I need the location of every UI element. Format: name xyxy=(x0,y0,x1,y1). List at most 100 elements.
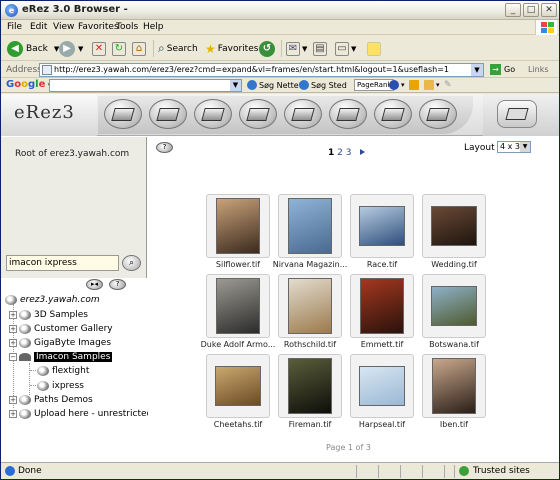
thumbnail-item[interactable]: Iben.tif xyxy=(422,354,486,431)
tree-item-gigabyte-images[interactable]: + GigaByte Images xyxy=(9,336,111,349)
thumbnail-image[interactable] xyxy=(216,278,260,334)
expand-icon[interactable]: + xyxy=(9,310,17,319)
compare-button[interactable] xyxy=(374,99,412,129)
highlight-button[interactable]: ✎ xyxy=(444,80,452,90)
menu-file[interactable]: File xyxy=(7,22,22,32)
tree-item-customer-gallery[interactable]: + Customer Gallery xyxy=(9,322,113,335)
thumbnail-item[interactable]: Duke Adolf Armo... xyxy=(201,274,275,351)
page-link[interactable]: 2 xyxy=(337,148,343,158)
thumbnail-frame[interactable] xyxy=(350,354,414,418)
menu-favorites[interactable]: Favorites xyxy=(78,22,119,32)
expand-icon[interactable]: + xyxy=(9,395,17,404)
home-button[interactable]: ⌂ xyxy=(132,39,146,58)
print-button-app[interactable] xyxy=(284,99,322,129)
chevron-down-icon[interactable]: ▼ xyxy=(230,80,241,91)
google-search-input[interactable]: ▼ xyxy=(49,79,242,92)
upload-button[interactable] xyxy=(149,99,187,129)
thumbnail-item[interactable]: Rothschild.tif xyxy=(278,274,342,351)
thumbnail-frame[interactable] xyxy=(206,194,270,258)
tree-item-flextight[interactable]: flextight xyxy=(37,364,89,377)
edit-button[interactable]: ▭ ▼ xyxy=(335,39,356,58)
links-button[interactable]: Links xyxy=(528,65,549,74)
download-button[interactable] xyxy=(329,99,367,129)
expand-icon[interactable]: + xyxy=(9,324,17,333)
tree-root[interactable]: erez3.yawah.com xyxy=(5,293,100,306)
thumbnail-item[interactable]: Emmett.tif xyxy=(350,274,414,351)
go-button[interactable]: → Go xyxy=(490,64,515,75)
thumbnail-image[interactable] xyxy=(288,278,332,334)
thumbnail-image[interactable] xyxy=(359,206,405,246)
thumbnail-item[interactable]: Race.tif xyxy=(350,194,414,271)
thumbnail-item[interactable]: Silflower.tif xyxy=(206,194,270,271)
thumbnail-frame[interactable] xyxy=(350,274,414,338)
address-input[interactable]: http://erez3.yawah.com/erez3/erez?cmd=ex… xyxy=(39,63,484,77)
history-button[interactable]: ↺ xyxy=(259,39,278,58)
eject-button[interactable] xyxy=(194,99,232,129)
web-button[interactable] xyxy=(239,99,277,129)
minimize-button[interactable]: _ xyxy=(505,3,521,17)
mail-button[interactable]: ✉ ▼ xyxy=(286,39,307,58)
chevron-down-icon[interactable]: ▼ xyxy=(471,64,483,76)
thumbnail-frame[interactable] xyxy=(422,274,486,338)
thumbnail-frame[interactable] xyxy=(278,194,342,258)
popup-blocker-button[interactable] xyxy=(409,80,421,90)
layout-select[interactable]: 4 x 3 ▼ xyxy=(497,141,531,153)
tree-item-ixpress[interactable]: ixpress xyxy=(37,379,84,392)
email-button[interactable] xyxy=(419,99,457,129)
search-go-button[interactable]: ⌕ xyxy=(122,255,141,271)
print-button[interactable]: ▤ xyxy=(313,39,327,58)
tree-item-imacon-samples[interactable]: − Imacon Samples xyxy=(9,350,113,363)
thumbnail-image[interactable] xyxy=(215,366,261,406)
thumbnail-image[interactable] xyxy=(431,286,477,326)
folder-button[interactable]: ▾ xyxy=(424,80,440,90)
thumbnail-item[interactable]: Nirvana Magazin... xyxy=(273,194,347,271)
help-button[interactable]: ? xyxy=(109,279,126,290)
folder-search-input[interactable]: imacon ixpress xyxy=(6,255,119,271)
back-button[interactable]: ◀ Back ▼ xyxy=(7,39,59,58)
help-button[interactable]: ? xyxy=(156,142,173,153)
expand-icon[interactable]: + xyxy=(9,338,17,347)
search-button[interactable]: ⌕ Search xyxy=(158,39,198,58)
stop-button[interactable]: ✕ xyxy=(92,39,106,58)
forward-button[interactable]: ▶ ▼ xyxy=(59,39,83,58)
lightbox-button[interactable] xyxy=(497,100,537,128)
thumbnail-item[interactable]: Wedding.tif xyxy=(422,194,486,271)
thumbnail-image[interactable] xyxy=(432,358,476,414)
thumbnail-item[interactable]: Fireman.tif xyxy=(278,354,342,431)
notes-button[interactable] xyxy=(367,39,381,58)
thumbnail-item[interactable]: Harpseal.tif xyxy=(350,354,414,431)
thumbnail-frame[interactable] xyxy=(350,194,414,258)
favorites-button[interactable]: ★ Favorites xyxy=(205,39,258,58)
thumbnail-frame[interactable] xyxy=(422,194,486,258)
search-site-button[interactable]: Søg Sted xyxy=(299,80,347,90)
maximize-button[interactable]: □ xyxy=(523,3,539,17)
close-button[interactable]: ✕ xyxy=(541,3,557,17)
thumbnail-image[interactable] xyxy=(216,198,260,254)
tree-item-upload-here[interactable]: + Upload here - unrestricted xyxy=(9,407,152,420)
expand-icon[interactable]: + xyxy=(9,409,17,418)
thumbnail-frame[interactable] xyxy=(422,354,486,418)
tree-item-3d-samples[interactable]: +3D Samples xyxy=(9,308,88,321)
thumbnail-frame[interactable] xyxy=(278,354,342,418)
tree-item-paths-demos[interactable]: + Paths Demos xyxy=(9,393,93,406)
thumbnail-item[interactable]: Botswana.tif xyxy=(422,274,486,351)
thumbnail-item[interactable]: Cheetahs.tif xyxy=(206,354,270,431)
menu-tools[interactable]: Tools xyxy=(116,22,138,32)
next-page-icon[interactable] xyxy=(360,149,366,155)
info-button[interactable]: ▾ xyxy=(389,80,405,90)
google-logo[interactable]: Google ▾ xyxy=(6,79,51,90)
collapse-icon[interactable]: − xyxy=(9,352,17,361)
thumbnail-image[interactable] xyxy=(288,358,332,414)
thumbnail-image[interactable] xyxy=(431,206,477,246)
menu-view[interactable]: View xyxy=(53,22,74,32)
view-images-button[interactable] xyxy=(104,99,142,129)
collapse-tree-button[interactable]: ▸◂ xyxy=(86,279,103,290)
menu-edit[interactable]: Edit xyxy=(30,22,47,32)
thumbnail-image[interactable] xyxy=(360,278,404,334)
thumbnail-frame[interactable] xyxy=(206,354,270,418)
thumbnail-frame[interactable] xyxy=(278,274,342,338)
thumbnail-image[interactable] xyxy=(288,198,332,254)
search-web-button[interactable]: Søg Nettet xyxy=(247,80,302,90)
page-link[interactable]: 3 xyxy=(346,148,352,158)
refresh-button[interactable]: ↻ xyxy=(112,39,126,58)
